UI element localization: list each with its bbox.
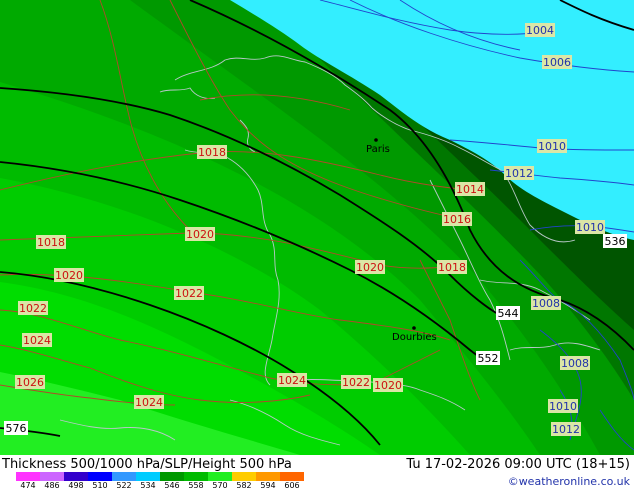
isobar-label-1022: 1022 <box>342 376 370 389</box>
isobar-label-1024: 1024 <box>278 374 306 387</box>
isobar-label-1024: 1024 <box>23 334 51 347</box>
isobar-label-1006: 1006 <box>543 56 571 69</box>
scale-swatch <box>256 472 280 481</box>
scale-tick-label: 534 <box>140 481 156 490</box>
city-marker-paris <box>374 138 378 142</box>
scale-swatch <box>40 472 64 481</box>
height-label-576: 576 <box>6 422 27 435</box>
isobar-label-1022: 1022 <box>175 287 203 300</box>
scale-swatch <box>280 472 304 481</box>
scale-swatch <box>64 472 88 481</box>
color-scale-legend: 474 486 498 510 522 534 546 558 570 582 594 606 <box>16 472 304 490</box>
isobar-label-1018: 1018 <box>438 261 466 274</box>
city-label-dourbies: Dourbies <box>392 332 437 343</box>
city-label-paris: Paris <box>366 144 390 155</box>
scale-swatch <box>208 472 232 481</box>
scale-tick-label: 522 <box>116 481 132 490</box>
scale-swatch <box>184 472 208 481</box>
height-label-552: 552 <box>478 352 499 365</box>
isobar-label-1014: 1014 <box>456 183 484 196</box>
scale-tick-label: 558 <box>188 481 204 490</box>
isobar-label-1020: 1020 <box>356 261 384 274</box>
copyright-link[interactable]: ©weatheronline.co.uk <box>508 475 630 488</box>
isobar-label-1008: 1008 <box>561 357 589 370</box>
scale-swatch <box>112 472 136 481</box>
isobar-label-1022: 1022 <box>19 302 47 315</box>
isobar-label-1026: 1026 <box>16 376 44 389</box>
isobar-label-1018: 1018 <box>198 146 226 159</box>
scale-tick-label: 570 <box>212 481 228 490</box>
isobar-label-1020: 1020 <box>186 228 214 241</box>
scale-tick-label: 594 <box>260 481 276 490</box>
isobar-label-1020: 1020 <box>55 269 83 282</box>
map-canvas: 1004 1006 1010 1012 1010 1008 1008 1010 … <box>0 0 634 455</box>
map-footer: Thickness 500/1000 hPa/SLP/Height 500 hP… <box>0 455 634 490</box>
isobar-label-1010: 1010 <box>538 140 566 153</box>
isobar-label-1010: 1010 <box>549 400 577 413</box>
scale-swatch <box>16 472 40 481</box>
scale-swatch <box>160 472 184 481</box>
scale-tick-label: 486 <box>44 481 60 490</box>
city-marker-dourbies <box>412 326 416 330</box>
map-title: Thickness 500/1000 hPa/SLP/Height 500 hP… <box>2 457 292 472</box>
isobar-label-1008: 1008 <box>532 297 560 310</box>
scale-tick-label: 510 <box>92 481 108 490</box>
isobar-label-1004: 1004 <box>526 24 554 37</box>
scale-swatch <box>136 472 160 481</box>
scale-swatch <box>88 472 112 481</box>
scale-tick-label: 546 <box>164 481 180 490</box>
scale-swatch <box>232 472 256 481</box>
isobar-label-1010: 1010 <box>576 221 604 234</box>
scale-tick-label: 606 <box>284 481 300 490</box>
isobar-label-1020: 1020 <box>374 379 402 392</box>
isobar-label-1018: 1018 <box>37 236 65 249</box>
scale-tick-label: 582 <box>236 481 252 490</box>
scale-tick-label: 474 <box>20 481 36 490</box>
isobar-label-1024: 1024 <box>135 396 163 409</box>
isobar-label-1012: 1012 <box>552 423 580 436</box>
height-label-536: 536 <box>605 235 626 248</box>
isobar-label-1016: 1016 <box>443 213 471 226</box>
valid-time: Tu 17-02-2026 09:00 UTC (18+15) <box>406 457 630 472</box>
isobar-label-1012: 1012 <box>505 167 533 180</box>
scale-tick-label: 498 <box>68 481 84 490</box>
height-label-544: 544 <box>498 307 519 320</box>
weather-map-view: { "map": { "fill_colors": { "sea_cyan": … <box>0 0 634 490</box>
